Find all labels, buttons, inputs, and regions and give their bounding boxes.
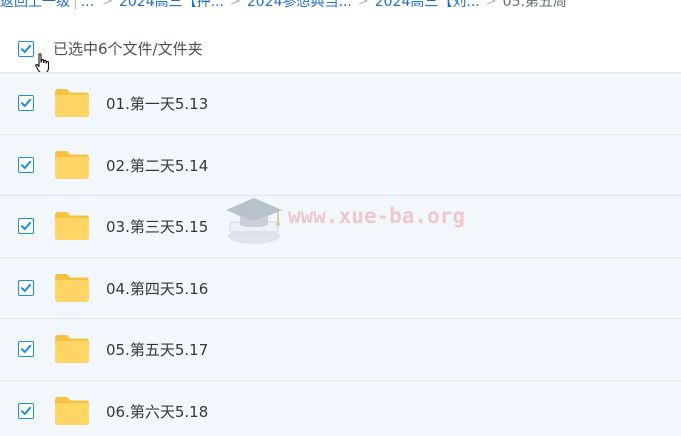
row-checkbox[interactable] bbox=[18, 403, 34, 419]
breadcrumb-item-1[interactable]: 2024高三【押... bbox=[119, 0, 224, 9]
folder-icon bbox=[55, 150, 89, 179]
folder-icon bbox=[55, 212, 89, 241]
selection-summary: 已选中6个文件/文件夹 bbox=[53, 40, 203, 58]
breadcrumb-divider: | bbox=[73, 0, 78, 10]
check-icon bbox=[21, 221, 32, 231]
file-name[interactable]: 01.第一天5.13 bbox=[106, 93, 208, 114]
breadcrumb-current: 05.第五周 bbox=[502, 0, 567, 10]
folder-icon bbox=[55, 335, 89, 364]
breadcrumb-chevron-icon: > bbox=[102, 0, 113, 9]
breadcrumb-item-3[interactable]: 2024高三【刘... bbox=[375, 0, 480, 9]
check-icon bbox=[21, 283, 32, 292]
file-row[interactable]: 05.第五天5.17 bbox=[0, 318, 681, 380]
breadcrumb-more-link[interactable]: ... bbox=[81, 0, 94, 9]
folder-icon bbox=[55, 89, 89, 117]
file-row[interactable]: 04.第四天5.16 bbox=[0, 256, 681, 318]
row-checkbox[interactable] bbox=[18, 156, 34, 173]
file-browser: 返回上一级 | ... > 2024高三【押... > 2024参想典当... … bbox=[0, 0, 681, 436]
file-row[interactable]: 06.第六天5.18 bbox=[0, 380, 681, 436]
file-name[interactable]: 03.第三天5.15 bbox=[106, 216, 208, 237]
breadcrumb-chevron-icon: > bbox=[229, 0, 241, 9]
check-icon bbox=[21, 345, 32, 354]
breadcrumb: 返回上一级 | ... > 2024高三【押... > 2024参想典当... … bbox=[0, 0, 681, 18]
check-icon bbox=[21, 160, 32, 169]
row-checkbox[interactable] bbox=[18, 218, 34, 235]
check-icon bbox=[21, 44, 32, 53]
breadcrumb-chevron-icon: > bbox=[485, 0, 497, 9]
row-checkbox[interactable] bbox=[18, 279, 34, 296]
select-all-checkbox[interactable] bbox=[18, 41, 34, 57]
file-name[interactable]: 02.第二天5.14 bbox=[106, 155, 208, 176]
check-icon bbox=[21, 406, 32, 415]
file-row[interactable]: 03.第三天5.15 bbox=[0, 195, 681, 257]
breadcrumb-item-2[interactable]: 2024参想典当... bbox=[247, 0, 352, 9]
file-name[interactable]: 05.第五天5.17 bbox=[106, 339, 208, 360]
row-checkbox[interactable] bbox=[18, 95, 34, 111]
row-checkbox[interactable] bbox=[18, 341, 34, 358]
breadcrumb-back-link[interactable]: 返回上一级 bbox=[0, 0, 70, 9]
folder-icon bbox=[55, 273, 89, 302]
file-row[interactable]: 02.第二天5.14 bbox=[0, 133, 681, 195]
file-row[interactable]: 01.第一天5.13 bbox=[0, 72, 681, 133]
folder-icon bbox=[55, 397, 89, 425]
breadcrumb-chevron-icon: > bbox=[357, 0, 369, 9]
check-icon bbox=[21, 98, 32, 107]
file-name[interactable]: 06.第六天5.18 bbox=[106, 401, 208, 422]
select-all-row: 已选中6个文件/文件夹 bbox=[0, 28, 681, 74]
file-name[interactable]: 04.第四天5.16 bbox=[106, 278, 208, 299]
